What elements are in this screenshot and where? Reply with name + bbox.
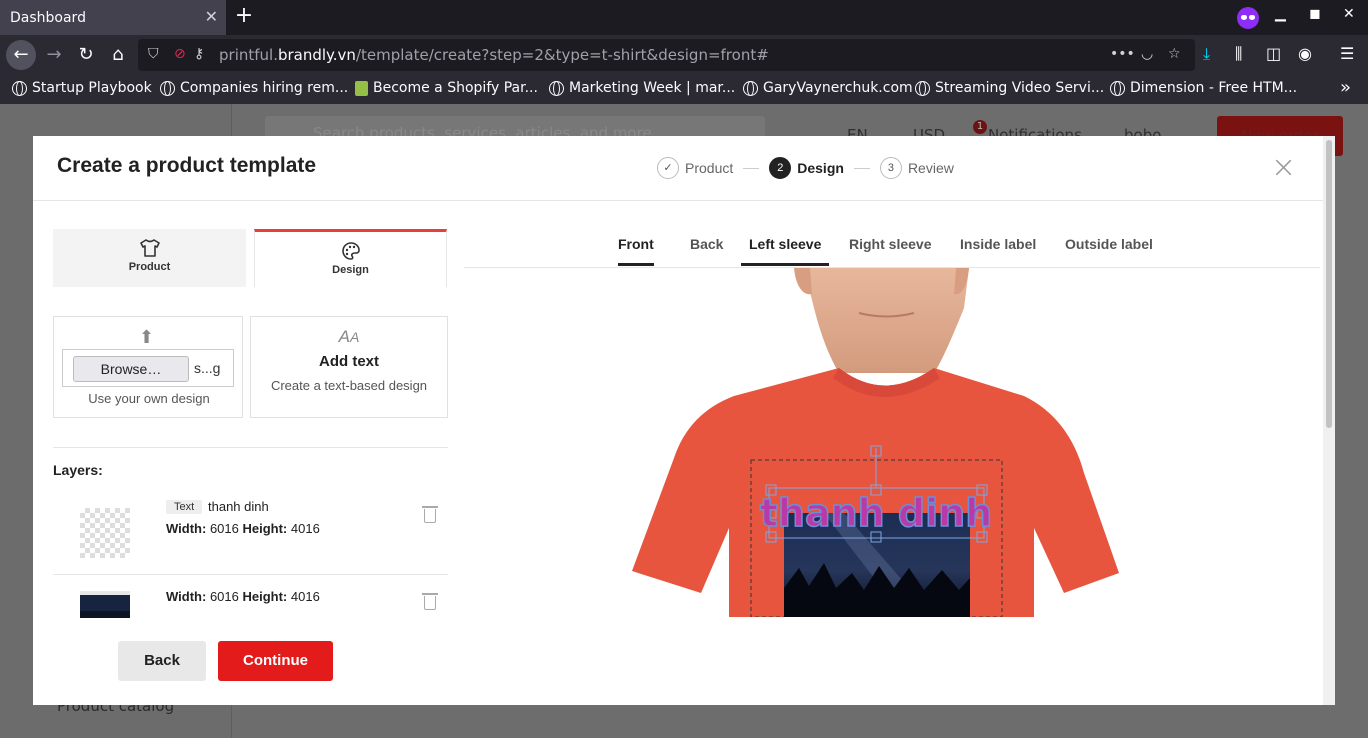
step-separator <box>853 167 870 169</box>
upload-design-card[interactable]: ⬆ Browse… s...g Use your own design <box>53 316 243 418</box>
more-actions-icon[interactable]: ••• <box>1110 46 1135 62</box>
step-separator <box>743 167 760 169</box>
bookmark-item[interactable]: Become a Shopify Par... <box>355 80 538 96</box>
tab-close-icon[interactable]: ✕ <box>205 7 218 26</box>
globe-icon <box>915 80 930 96</box>
create-template-modal: Create a product template ✓ Product 2 De… <box>33 136 1323 705</box>
url-text[interactable]: printful.brandly.vn/template/create?step… <box>219 46 769 64</box>
globe-icon <box>743 80 758 96</box>
modal-header: Create a product template ✓ Product 2 De… <box>33 136 1323 201</box>
bookmark-item[interactable]: Dimension - Free HTM... <box>1110 80 1297 96</box>
tab-product[interactable]: Product <box>53 229 246 287</box>
close-icon[interactable]: × <box>1271 153 1296 183</box>
globe-icon <box>1110 80 1125 96</box>
step-review: Review <box>907 160 954 176</box>
pocket-icon[interactable]: ◡ <box>1141 46 1153 62</box>
continue-button[interactable]: Continue <box>218 641 333 681</box>
upload-label: Use your own design <box>88 391 210 406</box>
step-number: 2 <box>769 157 792 179</box>
account-icon[interactable]: ◉ <box>1298 44 1312 63</box>
tab-design-label: Design <box>332 264 369 276</box>
tab-front[interactable]: Front <box>618 236 654 266</box>
menu-icon[interactable]: ☰ <box>1340 44 1354 63</box>
bookmark-item[interactable]: Streaming Video Servi... <box>915 80 1104 96</box>
browse-button[interactable]: Browse… <box>73 356 189 382</box>
new-tab-button[interactable]: + <box>232 3 256 28</box>
download-icon[interactable]: ⤓ <box>1203 44 1210 64</box>
layer-item[interactable]: Text thanh dinh Width: 6016 Height: 4016 <box>53 491 448 575</box>
layer-thumbnail <box>80 591 130 618</box>
tab-back[interactable]: Back <box>690 236 723 263</box>
layer-name: thanh dinh <box>208 499 269 514</box>
sidebar-icon[interactable]: ◫ <box>1266 44 1281 63</box>
reload-icon[interactable]: ↻ <box>71 40 101 70</box>
step-design: Design <box>797 160 844 176</box>
url-bar[interactable]: ⛉ ⊘ ⚷ printful.brandly.vn/template/creat… <box>138 39 1195 71</box>
design-text[interactable]: thanh dinh <box>759 490 993 536</box>
browser-nav-bar: ← → ↻ ⌂ ⛉ ⊘ ⚷ printful.brandly.vn/templa… <box>0 35 1368 75</box>
tab-left-sleeve[interactable]: Left sleeve <box>741 236 830 266</box>
browser-tab-bar: Dashboard ✕ + ▁ ◼ ✕ <box>0 0 1368 35</box>
text-icon: AA <box>338 327 360 346</box>
modal-scrollbar[interactable] <box>1323 136 1335 705</box>
tab-title: Dashboard <box>10 9 86 26</box>
bookmark-star-icon[interactable]: ☆ <box>1168 46 1181 62</box>
globe-icon <box>160 80 175 96</box>
forward-arrow-icon[interactable]: → <box>39 40 69 70</box>
layer-type-badge: Text <box>166 500 203 514</box>
browser-tab[interactable]: Dashboard ✕ <box>0 0 226 35</box>
library-icon[interactable]: ⫼ <box>1235 44 1242 64</box>
divider <box>53 447 448 448</box>
tshirt-icon <box>139 239 160 257</box>
upload-icon: ⬆ <box>139 327 155 347</box>
bookmark-item[interactable]: Companies hiring rem... <box>160 80 348 96</box>
shopify-icon <box>355 80 368 96</box>
trash-icon[interactable] <box>422 593 438 610</box>
tab-product-label: Product <box>128 261 171 273</box>
step-product[interactable]: Product <box>685 160 733 176</box>
globe-icon <box>12 80 27 96</box>
maximize-icon[interactable]: ◼ <box>1309 6 1321 22</box>
tab-inside-label[interactable]: Inside label <box>960 236 1036 263</box>
modal-title: Create a product template <box>57 154 317 177</box>
check-icon: ✓ <box>657 157 679 179</box>
bookmarks-overflow-icon[interactable]: » <box>1340 77 1351 98</box>
step-number: 3 <box>879 157 902 179</box>
tab-right-sleeve[interactable]: Right sleeve <box>849 236 931 263</box>
palette-icon <box>341 242 360 260</box>
layers-title: Layers: <box>53 462 103 478</box>
private-browsing-icon <box>1237 7 1259 29</box>
back-arrow-icon[interactable]: ← <box>6 40 36 70</box>
globe-icon <box>549 80 564 96</box>
tab-outside-label[interactable]: Outside label <box>1065 236 1153 263</box>
key-icon[interactable]: ⚷ <box>194 46 204 62</box>
view-tabs: Front Back Left sleeve Right sleeve Insi… <box>464 222 1320 268</box>
trash-icon[interactable] <box>422 506 438 523</box>
layer-dimensions: Width: 6016 Height: 4016 <box>166 589 320 604</box>
close-window-icon[interactable]: ✕ <box>1343 6 1355 22</box>
bookmark-item[interactable]: GaryVaynerchuk.com <box>743 80 913 96</box>
bookmark-item[interactable]: Marketing Week | mar... <box>549 80 735 96</box>
tshirt-mockup: thanh dinh <box>632 268 1119 617</box>
layer-thumbnail <box>80 508 130 558</box>
bookmarks-bar: Startup Playbook Companies hiring rem...… <box>0 75 1368 104</box>
insecure-lock-icon[interactable]: ⊘ <box>174 46 186 62</box>
scrollbar-thumb[interactable] <box>1326 140 1332 428</box>
notification-count-badge: 1 <box>973 120 987 134</box>
bookmark-item[interactable]: Startup Playbook <box>12 80 152 96</box>
add-text-card[interactable]: AA Add text Create a text-based design <box>250 316 448 418</box>
file-name: s...g <box>194 360 221 376</box>
minimize-icon[interactable]: ▁ <box>1275 6 1286 22</box>
stepper: ✓ Product 2 Design 3 Review <box>657 157 954 179</box>
add-text-subtitle: Create a text-based design <box>270 378 428 393</box>
product-preview: thanh dinh <box>464 268 1320 617</box>
home-icon[interactable]: ⌂ <box>103 40 133 70</box>
layer-item[interactable]: Width: 6016 Height: 4016 <box>53 576 448 618</box>
file-input[interactable]: Browse… s...g <box>62 349 234 387</box>
add-text-title: Add text <box>319 353 379 370</box>
back-button[interactable]: Back <box>118 641 206 681</box>
shield-icon[interactable]: ⛉ <box>148 46 159 62</box>
tab-design[interactable]: Design <box>254 229 447 287</box>
layer-dimensions: Width: 6016 Height: 4016 <box>166 521 320 536</box>
